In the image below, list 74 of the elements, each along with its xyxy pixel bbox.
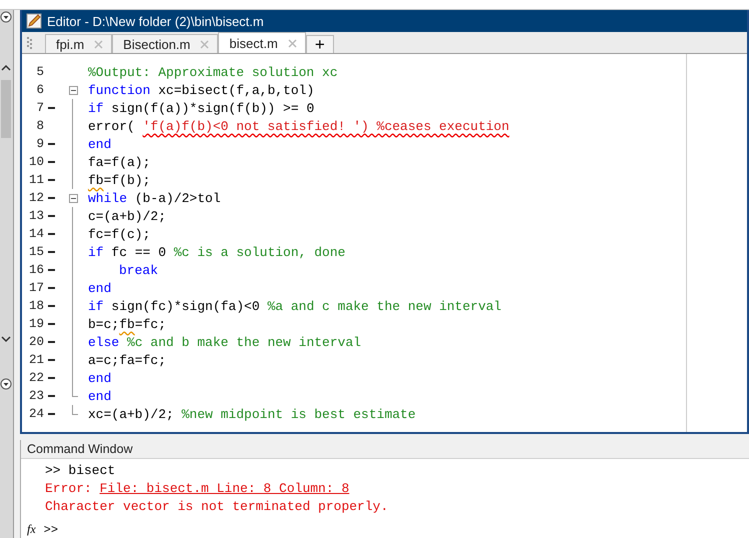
code-warning: fb [119, 316, 135, 332]
code-keyword: if [88, 244, 104, 260]
command-prompt[interactable]: >> [44, 523, 58, 537]
code-text: sign(f(a))*sign(f(b)) >= 0 [110, 100, 314, 116]
code-keyword: end [88, 388, 112, 404]
error-text: Character vector is not terminated properly. [45, 499, 388, 514]
code-comment: %new midpoint is best estimate [182, 406, 416, 422]
line-number: 22 [28, 371, 44, 385]
file-tab[interactable]: fpi.m [45, 34, 112, 53]
code-keyword: function [88, 82, 150, 98]
command-text: >> bisect [45, 463, 116, 478]
scrollbar[interactable] [1, 80, 11, 138]
grip-icon[interactable] [27, 36, 33, 50]
line-number: 19 [28, 317, 44, 331]
line-number: 13 [28, 209, 44, 223]
code-text: =fc; [134, 316, 166, 332]
code-warning: fb [88, 172, 104, 188]
line-number: 7 [35, 101, 44, 115]
code-text: a=c;fa=fc; [88, 352, 166, 368]
code-error: 'f(a)f(b)<0 not satisfied! ') %ceases execution [142, 118, 510, 134]
code-text: fc=f(c); [88, 226, 150, 242]
code-keyword: else [88, 334, 120, 350]
code-keyword: end [88, 370, 112, 386]
error-link[interactable]: File: bisect.m Line: 8 Column: 8 [100, 481, 350, 496]
code-text: xc=bisect(f,a,b,tol) [157, 82, 314, 98]
line-number: 6 [35, 83, 44, 97]
code-text: xc=(a+b)/2; [88, 406, 175, 422]
panel-menu-icon[interactable] [0, 378, 12, 390]
code-text: =f(b); [104, 172, 150, 188]
expand-icon[interactable] [1, 335, 11, 343]
file-tab[interactable]: bisect.m [218, 32, 306, 53]
code-comment: %c and b make the new interval [126, 334, 362, 350]
pencil-icon [26, 13, 42, 29]
code-text: b=c; [88, 316, 120, 332]
line-number: 9 [35, 137, 44, 151]
fold-icon[interactable] [68, 86, 78, 94]
line-number: 5 [35, 65, 44, 79]
window-title: Editor - D:\New folder (2)\bin\bisect.m [47, 14, 264, 28]
line-number: 12 [28, 191, 44, 205]
code-comment: %c is a solution, done [174, 244, 346, 260]
line-number: 15 [28, 245, 44, 259]
line-number: 20 [28, 335, 44, 349]
code-text: sign(fc)*sign(fa)<0 [110, 298, 261, 314]
panel-menu-icon[interactable] [0, 11, 12, 23]
code-comment: %a and c make the new interval [267, 298, 502, 314]
line-number: 10 [28, 155, 44, 169]
code-keyword: end [88, 280, 112, 296]
function-browser-button[interactable]: fx [27, 522, 36, 537]
line-number: 11 [28, 173, 44, 187]
line-number: 23 [28, 389, 44, 403]
code-keyword: break [119, 262, 158, 278]
code-text: c=(a+b)/2; [88, 208, 166, 224]
panel-title: Command Window [21, 440, 749, 459]
code-text: fc == 0 [110, 244, 168, 260]
line-number: 17 [28, 281, 44, 295]
line-number: 18 [28, 299, 44, 313]
line-number: 16 [28, 263, 44, 277]
code-comment: %Output: Approximate solution xc [88, 64, 338, 80]
collapse-icon[interactable] [1, 64, 11, 72]
code-keyword: if [88, 298, 104, 314]
line-number: 24 [28, 407, 44, 421]
code-keyword: while [88, 190, 128, 206]
code-text: (b-a)/2>tol [134, 190, 221, 206]
code-keyword: end [88, 136, 112, 152]
file-tab[interactable]: Bisection.m [112, 34, 218, 53]
error-text: Error: [45, 481, 93, 496]
code-text: error( [88, 118, 136, 134]
fold-icon[interactable] [68, 194, 78, 202]
line-number: 8 [35, 119, 44, 133]
code-keyword: if [88, 100, 104, 116]
code-text: fa=f(a); [88, 154, 150, 170]
new-tab-button[interactable]: + [306, 35, 334, 53]
line-number: 21 [28, 353, 44, 367]
line-number: 14 [28, 227, 44, 241]
